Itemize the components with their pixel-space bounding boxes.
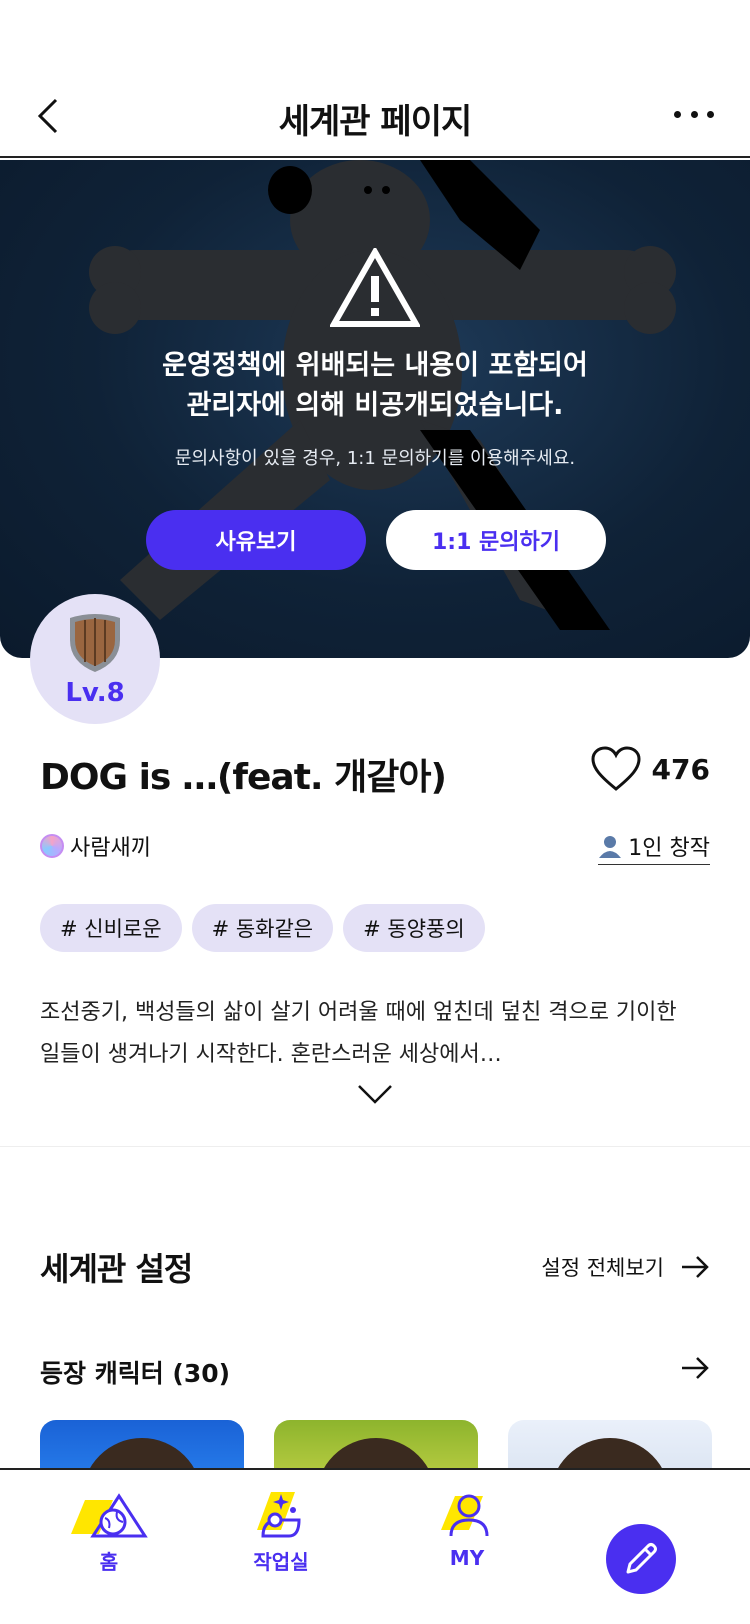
settings-section-title: 세계관 설정 [40,1250,193,1288]
tag-chip[interactable]: # 동양풍의 [343,904,485,952]
creators-label: 1인 창작 [628,836,710,861]
globe-icon [71,1493,148,1538]
author-link[interactable]: 사람새끼 [40,830,151,862]
description-line1: 조선중기, 백성들의 삶이 살기 어려울 때에 엎친데 덮친 격으로 기이한 [40,1000,677,1025]
warning-triangle-icon [328,245,422,327]
arrow-right-icon [682,1256,709,1278]
inquiry-button[interactable]: 1:1 문의하기 [386,510,606,570]
see-all-settings-link[interactable]: 설정 전체보기 [541,1252,710,1282]
description-line2: 일들이 생겨나기 시작한다. 혼란스러운 세상에서… [40,1042,502,1067]
creators-link[interactable]: 1인 창작 [598,830,710,865]
nav-studio[interactable]: 작업실 [226,1490,336,1575]
banner-actions: 사유보기 1:1 문의하기 [146,510,606,570]
section-divider [0,1146,750,1147]
warning-block: 운영정책에 위배되는 내용이 포함되어 관리자에 의해 비공개되었습니다. 문의… [0,245,750,470]
expand-chevron-icon[interactable] [357,1084,393,1108]
warning-title-line2: 관리자에 의해 비공개되었습니다. [186,390,564,421]
person-icon [599,836,622,858]
heart-icon[interactable] [590,746,642,792]
level-label: Lv.8 [65,678,125,708]
tag-chip[interactable]: # 동화같은 [191,904,334,952]
characters-arrow-icon[interactable] [680,1356,710,1384]
nav-home-label: 홈 [99,1550,119,1574]
world-title: DOG is …(feat. 개같아) [40,757,447,798]
profile-icon [441,1494,489,1537]
nav-studio-label: 작업실 [253,1550,309,1574]
nav-my[interactable]: MY [412,1490,522,1570]
warning-subtext: 문의사항이 있을 경우, 1:1 문의하기를 이용해주세요. [174,448,576,469]
bottom-navigation: 홈 작업실 MY [0,1468,750,1624]
tag-chip[interactable]: # 신비로운 [40,904,182,952]
like-count: 476 [651,752,710,786]
nav-home[interactable]: 홈 [54,1490,164,1575]
top-bar: 세계관 페이지 [0,0,750,158]
view-reason-button[interactable]: 사유보기 [146,510,366,570]
tag-list: # 신비로운 # 동화같은 # 동양풍의 [40,904,485,952]
see-all-label: 설정 전체보기 [541,1256,664,1280]
world-description: 조선중기, 백성들의 삶이 살기 어려울 때에 엎친데 덮친 격으로 기이한 일… [40,992,720,1076]
warning-title-line1: 운영정책에 위배되는 내용이 포함되어 [162,350,588,381]
warning-title: 운영정책에 위배되는 내용이 포함되어 관리자에 의해 비공개되었습니다. [0,346,750,426]
hidden-content-banner: 운영정책에 위배되는 내용이 포함되어 관리자에 의해 비공개되었습니다. 문의… [0,160,750,658]
pencil-icon [626,1543,657,1574]
level-badge: Lv.8 [30,594,160,724]
characters-title: 등장 캐릭터 (30) [40,1359,231,1388]
author-name: 사람새끼 [70,836,151,861]
studio-icon [257,1492,301,1538]
like-button[interactable]: 476 [590,746,710,792]
wooden-shield-icon [70,614,120,672]
nav-my-label: MY [449,1546,485,1570]
author-avatar [40,834,64,858]
page-title: 세계관 페이지 [278,102,473,142]
more-options-icon[interactable] [674,102,714,126]
write-button[interactable] [606,1524,676,1594]
